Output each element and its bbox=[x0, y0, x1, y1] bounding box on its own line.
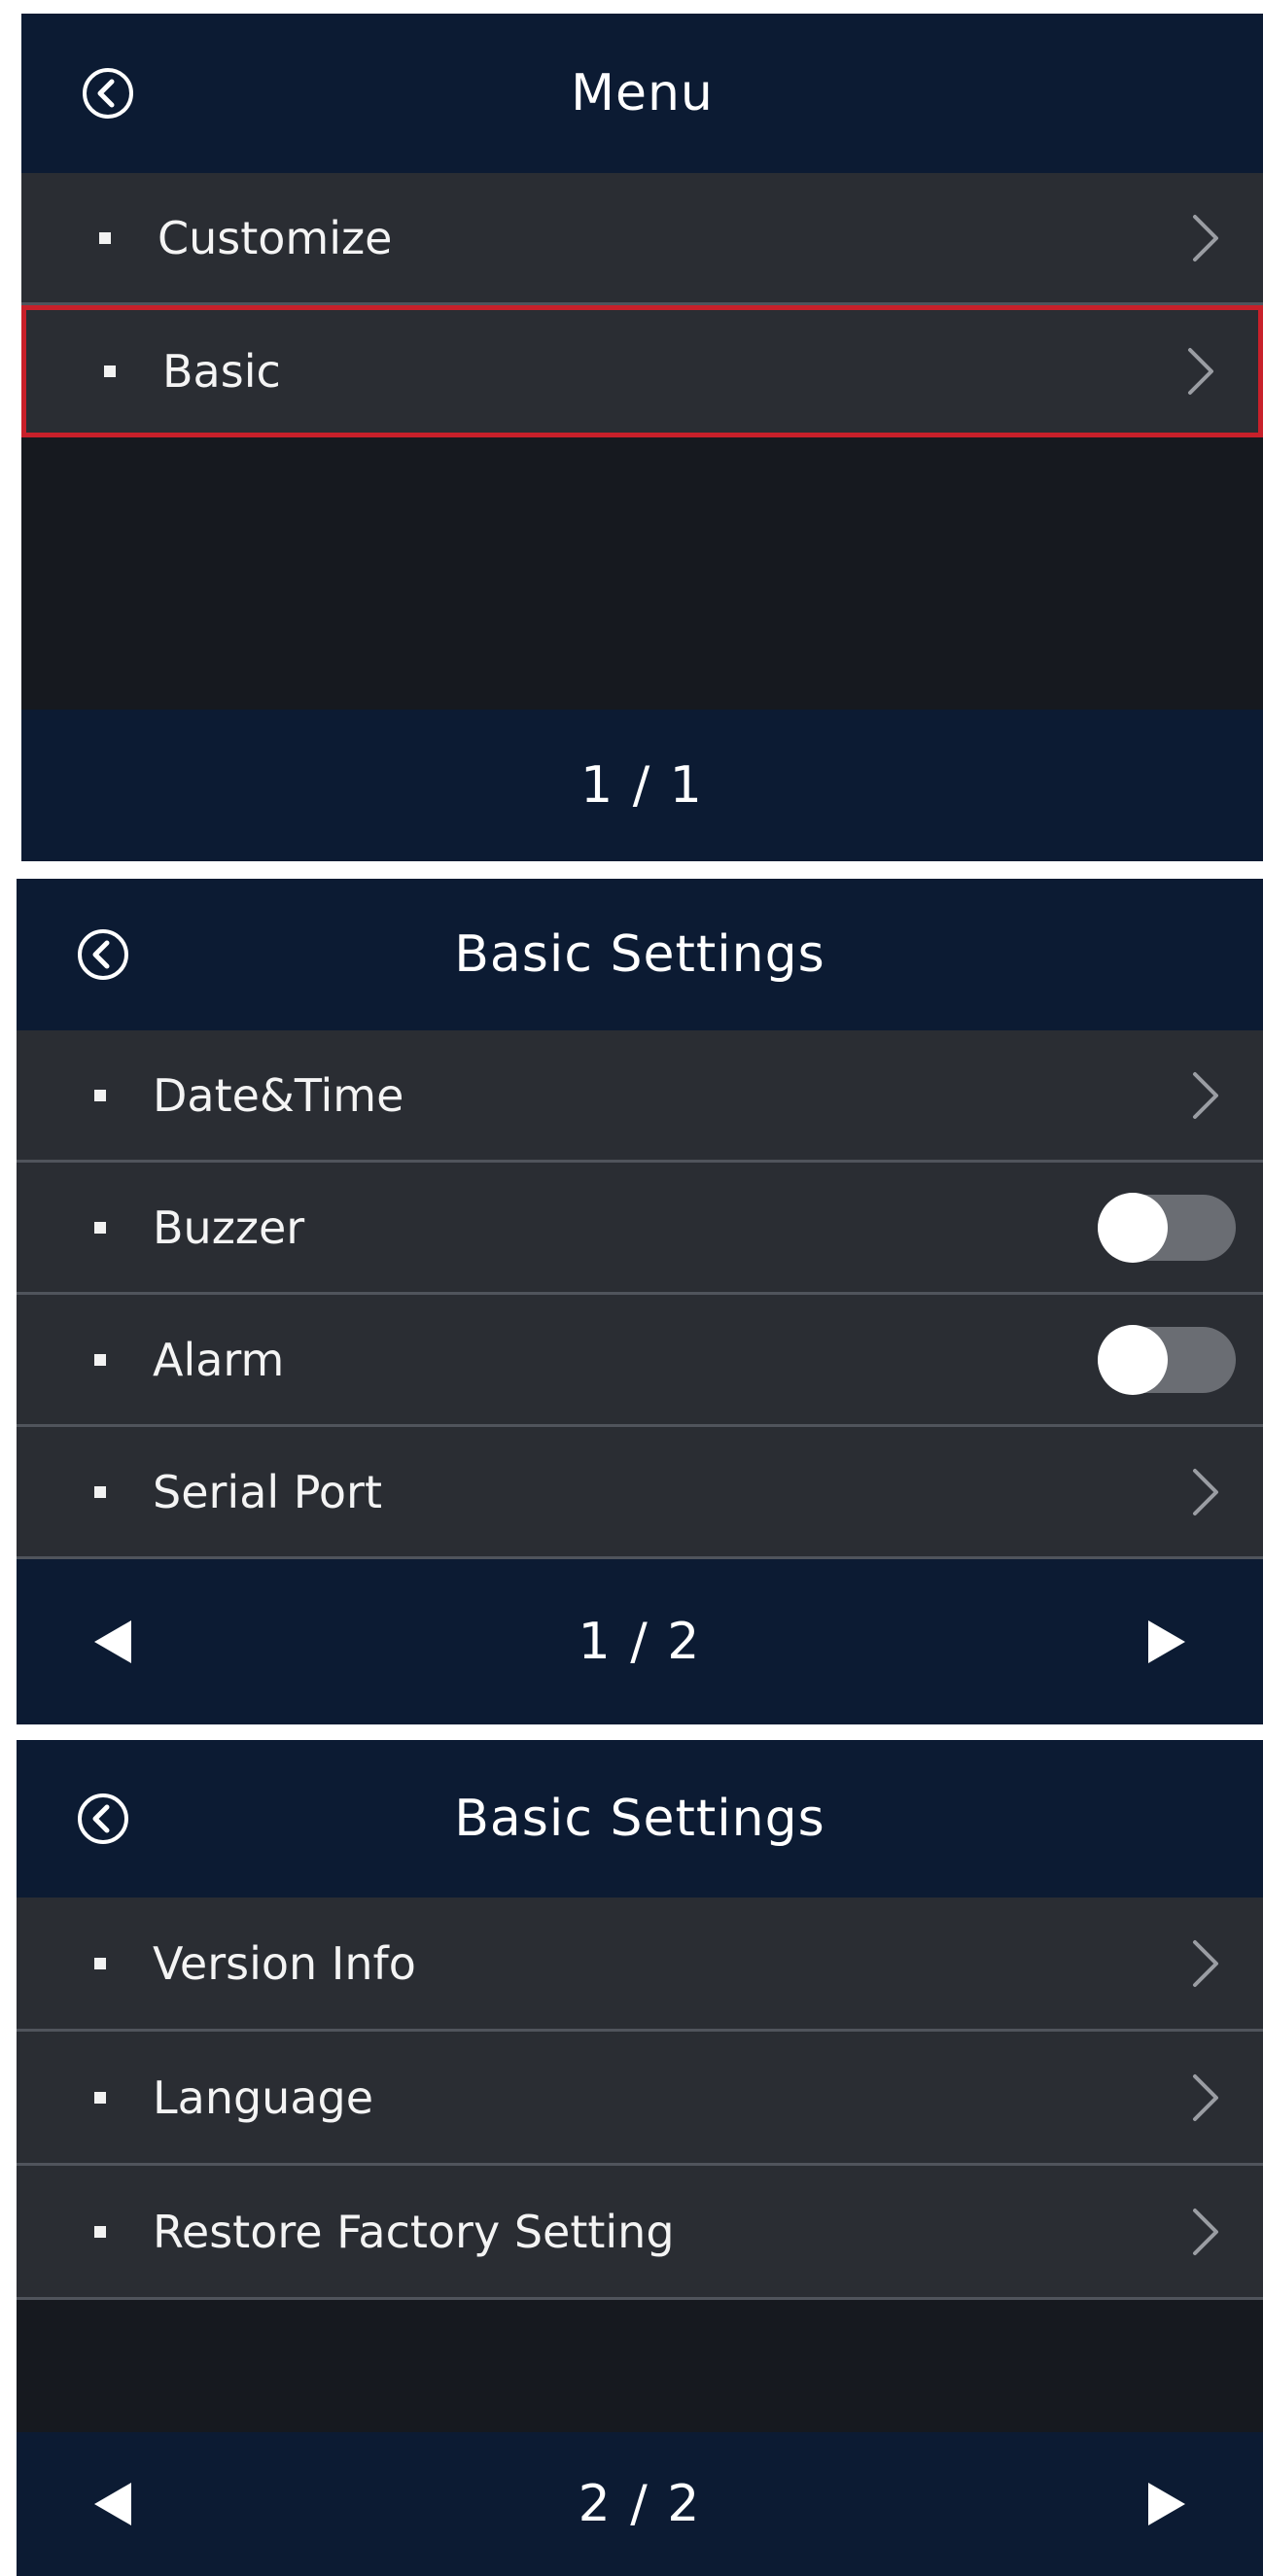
chevron-right-icon bbox=[1193, 1939, 1218, 1987]
bullet-icon bbox=[94, 1485, 106, 1498]
bullet-icon bbox=[94, 2225, 106, 2238]
bullet-icon bbox=[94, 1957, 106, 1969]
settings-item-serial-port[interactable]: Serial Port bbox=[17, 1427, 1263, 1559]
page-indicator: 1 / 2 bbox=[578, 1613, 702, 1671]
chevron-right-icon bbox=[1188, 348, 1213, 395]
chevron-right-icon bbox=[1193, 1468, 1218, 1515]
alarm-toggle[interactable] bbox=[1098, 1324, 1236, 1395]
settings-item-buzzer: Buzzer bbox=[17, 1163, 1263, 1295]
settings-item-label: Serial Port bbox=[153, 1465, 382, 1518]
bullet-icon bbox=[94, 1353, 106, 1366]
settings-item-version-info[interactable]: Version Info bbox=[17, 1897, 1263, 2032]
menu-screen: Menu Customize Basic 1 / 1 bbox=[21, 14, 1263, 861]
buzzer-toggle[interactable] bbox=[1098, 1192, 1236, 1263]
settings-item-date-time[interactable]: Date&Time bbox=[17, 1030, 1263, 1163]
settings-item-language[interactable]: Language bbox=[17, 2032, 1263, 2166]
menu-item-customize[interactable]: Customize bbox=[21, 173, 1263, 305]
menu-footer: 1 / 1 bbox=[21, 710, 1263, 861]
settings-item-alarm: Alarm bbox=[17, 1295, 1263, 1427]
settings-item-label: Alarm bbox=[153, 1333, 285, 1386]
bullet-icon bbox=[94, 1221, 106, 1234]
settings-item-label: Language bbox=[153, 2071, 374, 2124]
menu-item-basic[interactable]: Basic bbox=[21, 305, 1263, 437]
basic-settings-screen-page1: Basic Settings Date&Time Buzzer Alarm Se… bbox=[17, 879, 1263, 1724]
settings-footer: 1 / 2 bbox=[17, 1559, 1263, 1724]
next-page-icon[interactable] bbox=[1148, 1620, 1185, 1663]
chevron-right-icon bbox=[1193, 2208, 1218, 2255]
chevron-right-icon bbox=[1193, 214, 1218, 261]
settings-header: Basic Settings bbox=[17, 879, 1263, 1030]
settings-item-label: Restore Factory Setting bbox=[153, 2205, 675, 2258]
bullet-icon bbox=[99, 231, 111, 244]
settings-item-label: Version Info bbox=[153, 1936, 416, 1990]
page-indicator: 2 / 2 bbox=[578, 2475, 702, 2533]
bullet-icon bbox=[94, 2091, 106, 2104]
settings-item-label: Buzzer bbox=[153, 1201, 305, 1254]
settings-header: Basic Settings bbox=[17, 1740, 1263, 1897]
settings-item-label: Date&Time bbox=[153, 1068, 404, 1122]
page-indicator: 1 / 1 bbox=[580, 756, 704, 815]
menu-header: Menu bbox=[21, 14, 1263, 173]
bullet-icon bbox=[104, 366, 116, 377]
toggle-knob bbox=[1098, 1324, 1168, 1395]
page-title: Basic Settings bbox=[454, 1790, 825, 1848]
chevron-right-icon bbox=[1193, 1071, 1218, 1119]
menu-item-label: Basic bbox=[162, 345, 281, 398]
chevron-right-icon bbox=[1193, 2073, 1218, 2121]
toggle-knob bbox=[1098, 1192, 1168, 1263]
basic-settings-screen-page2: Basic Settings Version Info Language Res… bbox=[17, 1740, 1263, 2576]
settings-footer: 2 / 2 bbox=[17, 2432, 1263, 2576]
next-page-icon[interactable] bbox=[1148, 2483, 1185, 2525]
bullet-icon bbox=[94, 1089, 106, 1101]
page-title: Basic Settings bbox=[454, 925, 825, 984]
menu-item-label: Customize bbox=[158, 211, 393, 264]
page-title: Menu bbox=[571, 64, 714, 122]
settings-item-restore-factory[interactable]: Restore Factory Setting bbox=[17, 2166, 1263, 2300]
